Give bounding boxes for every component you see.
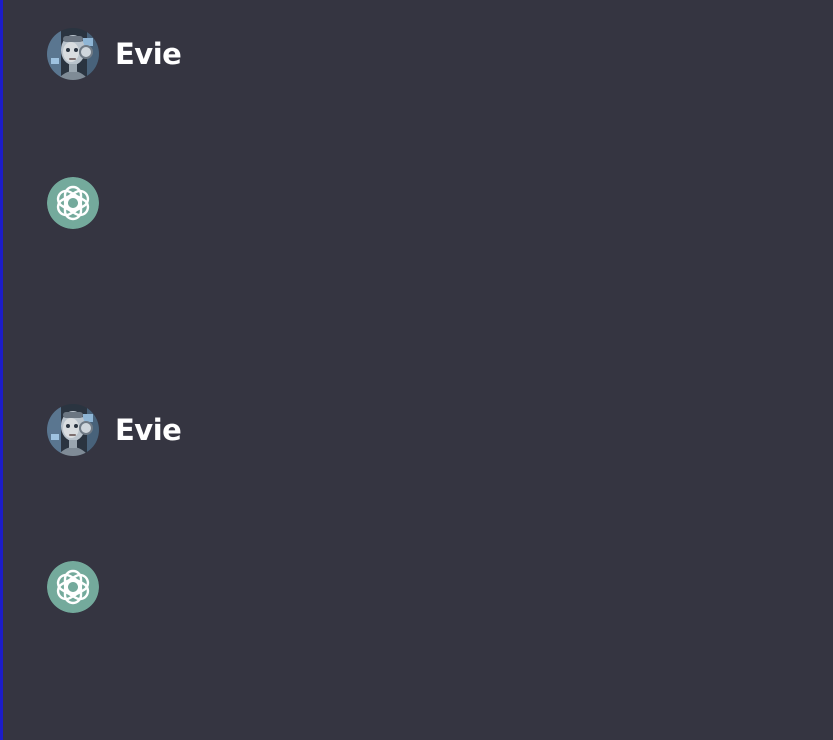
openai-logo-icon	[47, 561, 99, 613]
user-message: Evie	[47, 404, 182, 456]
user-message: Evie	[47, 28, 182, 80]
sender-name: Evie	[115, 412, 182, 447]
assistant-message	[47, 177, 99, 229]
robot-avatar-icon	[47, 404, 99, 456]
robot-avatar-icon	[47, 28, 99, 80]
openai-logo-icon	[47, 177, 99, 229]
assistant-message	[47, 561, 99, 613]
chat-conversation: Evie Evie	[0, 0, 833, 740]
sender-name: Evie	[115, 36, 182, 71]
